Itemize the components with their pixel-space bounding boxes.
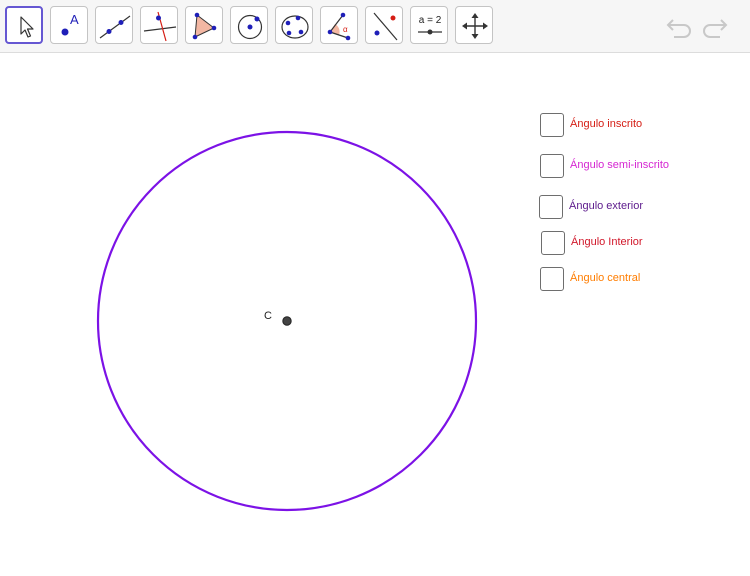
angle-icon: α — [327, 12, 351, 41]
perpendicular-line-icon — [143, 11, 177, 42]
polygon-icon — [192, 12, 217, 40]
checkbox-box[interactable] — [539, 195, 563, 219]
slider-icon: a = 2 — [418, 15, 442, 35]
circle-center-point-tool-button[interactable] — [230, 6, 268, 44]
checkbox-box[interactable] — [540, 154, 564, 178]
undo-icon — [666, 19, 691, 38]
conic-icon — [281, 15, 309, 39]
graphics-view[interactable]: C Ángulo inscrito Ángulo semi-inscrito Á… — [0, 53, 750, 576]
move-tool-button[interactable] — [5, 6, 43, 44]
checkbox-label: Ángulo inscrito — [570, 118, 643, 130]
center-point-c[interactable] — [282, 316, 292, 326]
checkbox-label: Ángulo Interior — [571, 236, 643, 248]
redo-icon — [703, 19, 728, 38]
checkbox-box[interactable] — [540, 113, 564, 137]
checkbox-box[interactable] — [541, 231, 565, 255]
point-tool-button[interactable]: A — [50, 6, 88, 44]
line-tool-button[interactable] — [95, 6, 133, 44]
polygon-tool-button[interactable] — [185, 6, 223, 44]
circle-center-point-icon — [237, 14, 263, 40]
point-icon: A — [61, 12, 79, 36]
line-through-points-icon — [99, 15, 131, 39]
cursor-arrow-icon — [20, 16, 34, 38]
redo-button[interactable] — [700, 12, 730, 40]
checkbox-label: Ángulo exterior — [569, 200, 643, 212]
conic-five-points-tool-button[interactable] — [275, 6, 313, 44]
angle-tool-button[interactable]: α — [320, 6, 358, 44]
slider-tool-button[interactable]: a = 2 — [410, 6, 448, 44]
checkbox-label: Ángulo central — [570, 272, 641, 284]
perpendicular-line-tool-button[interactable] — [140, 6, 178, 44]
checkbox-box[interactable] — [540, 267, 564, 291]
checkbox-label: Ángulo semi-inscrito — [570, 159, 670, 171]
point-label: A — [70, 12, 79, 27]
undo-button[interactable] — [664, 12, 694, 40]
reflect-about-line-tool-button[interactable] — [365, 6, 403, 44]
center-point-label: C — [264, 310, 272, 322]
slider-sample-label: a = 2 — [419, 15, 442, 26]
toolbar: A α a = 2 — [0, 0, 750, 53]
move-graphics-view-icon — [462, 13, 488, 39]
reflect-icon — [373, 12, 398, 41]
angle-symbol: α — [343, 25, 348, 34]
move-graphics-view-tool-button[interactable] — [455, 6, 493, 44]
